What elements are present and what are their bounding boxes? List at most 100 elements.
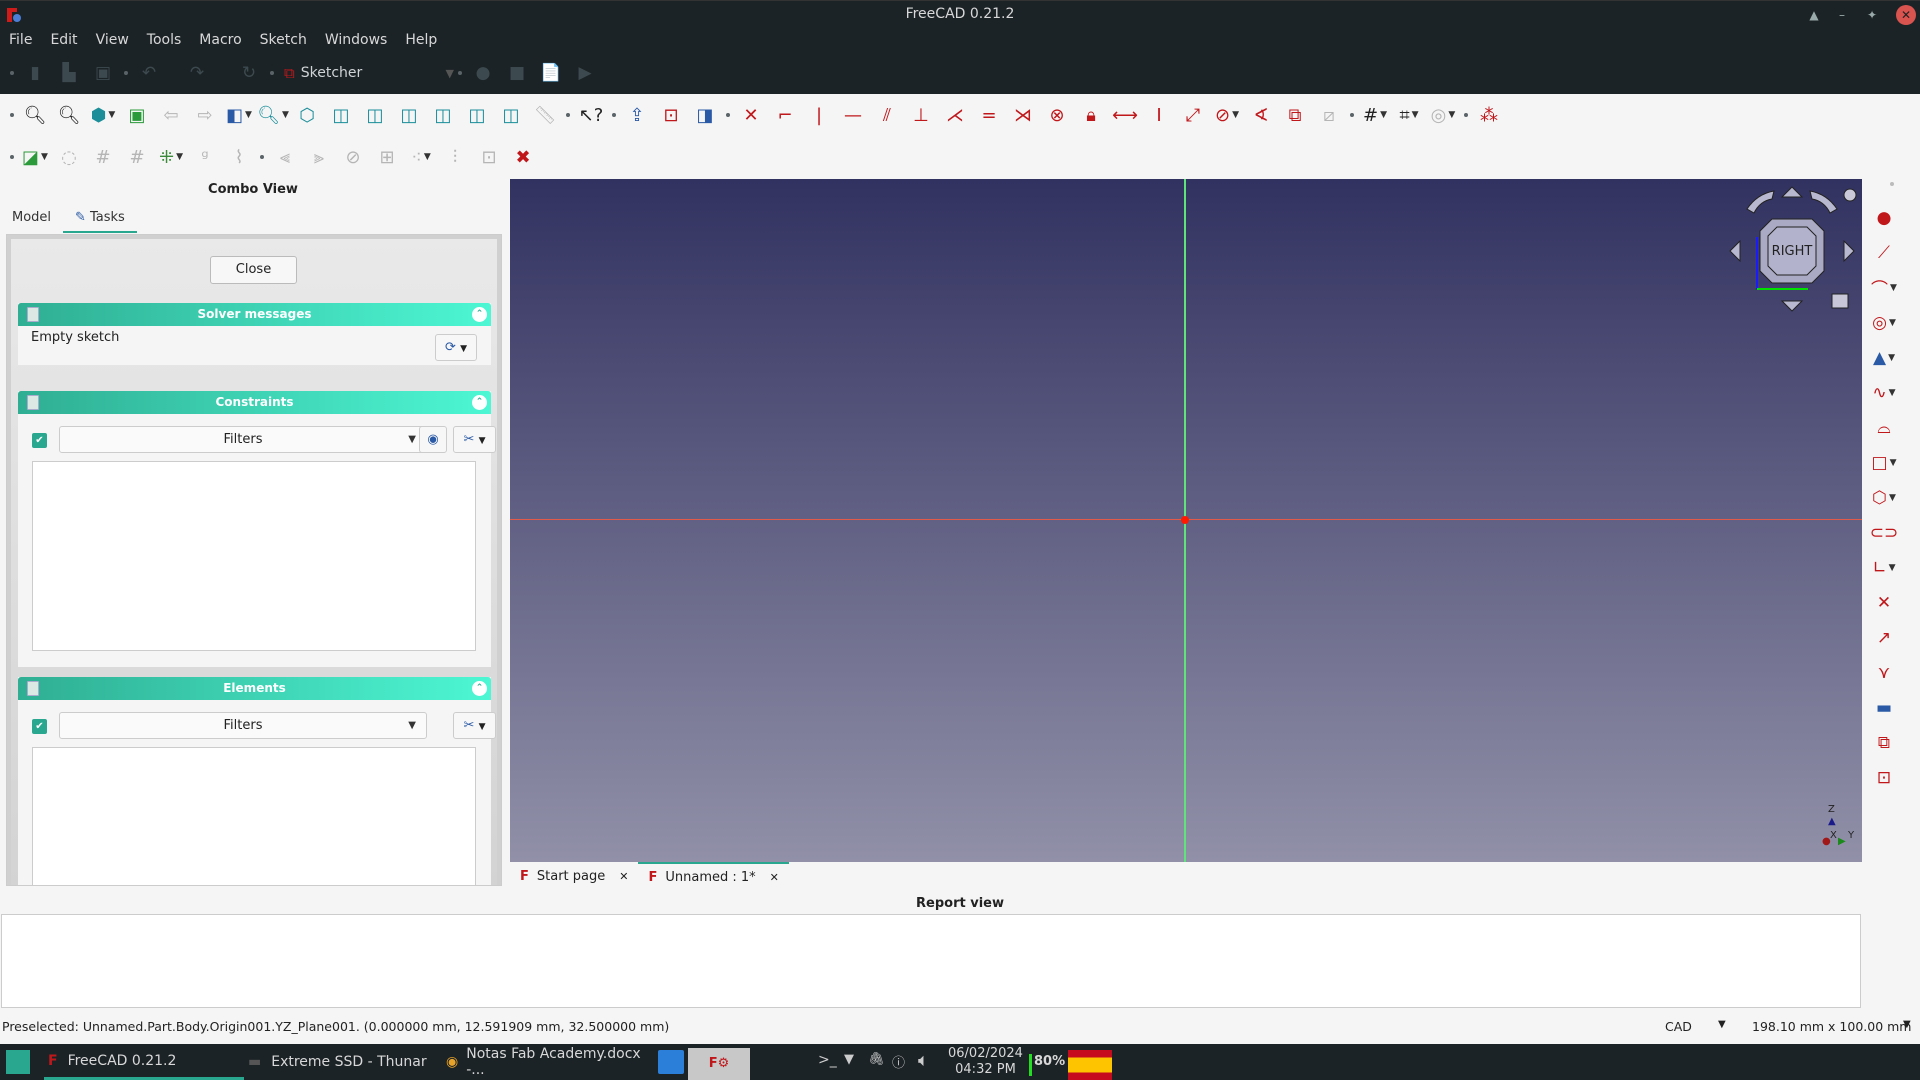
select-origin-icon[interactable]: ⁜ ▼: [154, 141, 188, 173]
elements-header[interactable]: Elements ⌃: [18, 677, 491, 700]
create-conic-icon[interactable]: ▲ ▼: [1864, 340, 1904, 375]
clipboard-icon[interactable]: 🖇︎: [868, 1052, 885, 1067]
terminal-icon[interactable]: >_: [818, 1052, 837, 1068]
nav-left-arrow[interactable]: [1729, 239, 1741, 263]
extend-edge-icon[interactable]: ↗: [1864, 620, 1904, 655]
battery-percent[interactable]: 80%: [1034, 1054, 1065, 1069]
menu-sketch[interactable]: Sketch: [251, 28, 316, 52]
back-icon[interactable]: ⇦: [154, 99, 188, 131]
remove-axes-alignment-icon[interactable]: ⫶: [438, 141, 472, 173]
chevron-down-icon[interactable]: ▼: [1903, 1019, 1911, 1030]
origin-point[interactable]: [1181, 516, 1189, 524]
keyboard-layout-flag[interactable]: [1068, 1050, 1112, 1080]
collapse-icon[interactable]: ⌃: [472, 681, 487, 696]
zoom-icon[interactable]: 🔍︎ ▼: [256, 99, 290, 131]
nav-down-arrow[interactable]: [1780, 300, 1804, 312]
forward-icon[interactable]: ⇨: [188, 99, 222, 131]
collapse-icon[interactable]: ⌃: [472, 307, 487, 322]
file-manager-icon[interactable]: [658, 1050, 684, 1074]
freecad-launcher-icon[interactable]: F⚙: [688, 1048, 750, 1080]
close-shape-icon[interactable]: ◌: [52, 141, 86, 173]
view-section-icon[interactable]: ◨: [688, 99, 722, 131]
external-geometry-icon[interactable]: ▬: [1864, 690, 1904, 725]
copy-icon[interactable]: ⊘: [336, 141, 370, 173]
view-sketch-icon[interactable]: ⊡: [654, 99, 688, 131]
view-bottom-icon[interactable]: ◫: [460, 99, 494, 131]
view-rear-icon[interactable]: ◫: [426, 99, 460, 131]
wifi-icon[interactable]: ▼: [844, 1052, 854, 1067]
select-elements-icon[interactable]: ⊡: [472, 141, 506, 173]
constrain-tangent-icon[interactable]: ⋌: [938, 99, 972, 131]
close-tab-icon[interactable]: ✕: [619, 870, 628, 883]
constrain-symmetric-icon[interactable]: ⋊: [1006, 99, 1040, 131]
create-polyline-icon[interactable]: ⌓: [1864, 410, 1904, 445]
toggle-construction-icon[interactable]: ⊡: [1864, 760, 1904, 795]
grid-icon[interactable]: # ▼: [1358, 99, 1392, 131]
redo-icon[interactable]: ↷: [180, 59, 214, 87]
new-file-icon[interactable]: ▮: [18, 59, 52, 87]
whats-this-icon[interactable]: ↖?: [574, 99, 608, 131]
constrain-distance-icon[interactable]: ⤢: [1176, 99, 1210, 131]
constraints-header[interactable]: Constraints ⌃: [18, 391, 491, 414]
constrain-lock-icon[interactable]: 🔒︎: [1074, 99, 1108, 131]
doc-tab-unnamed[interactable]: F Unnamed : 1* ✕: [638, 862, 789, 890]
connect-icon[interactable]: #: [86, 141, 120, 173]
symmetry-icon[interactable]: ⫷: [268, 141, 302, 173]
navigation-cube[interactable]: RIGHT: [1722, 179, 1862, 329]
save-icon[interactable]: ▣: [86, 59, 120, 87]
view-top-icon[interactable]: ◫: [358, 99, 392, 131]
constrain-radius-icon[interactable]: ⊘ ▼: [1210, 99, 1244, 131]
collapse-icon[interactable]: ⌃: [472, 395, 487, 410]
view-isometric-icon[interactable]: ⬡: [290, 99, 324, 131]
tab-tasks[interactable]: ✎ Tasks: [63, 203, 137, 233]
elements-filter-checkbox[interactable]: ✔: [32, 719, 47, 734]
menu-windows[interactable]: Windows: [316, 28, 397, 52]
rotate-right-arrow[interactable]: [1809, 190, 1838, 214]
view-menu-cube[interactable]: [1831, 293, 1849, 309]
toggle-driving-icon[interactable]: ⧉: [1278, 99, 1312, 131]
create-fillet-icon[interactable]: ∟ ▼: [1864, 550, 1904, 585]
view-left-icon[interactable]: ◫: [494, 99, 528, 131]
refresh-icon[interactable]: ↻: [232, 59, 266, 87]
maximize-button[interactable]: ✦: [1862, 5, 1882, 25]
macro-edit-icon[interactable]: 📄: [534, 59, 568, 87]
menu-file[interactable]: File: [0, 28, 41, 52]
constraints-filter-checkbox[interactable]: ✔: [32, 433, 47, 448]
security-icon[interactable]: ⓘ: [892, 1052, 905, 1071]
menu-tools[interactable]: Tools: [138, 28, 191, 52]
create-slot-icon[interactable]: ⊂⊃: [1864, 515, 1904, 550]
view-front-icon[interactable]: ◫: [324, 99, 358, 131]
view-right-icon[interactable]: ◫: [392, 99, 426, 131]
keep-above-button[interactable]: ▲: [1804, 5, 1824, 25]
fit-all-icon[interactable]: 🔍︎: [18, 99, 52, 131]
carbon-copy-icon[interactable]: ⧉: [1864, 725, 1904, 760]
chevron-down-icon[interactable]: ▼: [1718, 1019, 1726, 1030]
elements-filter-dropdown[interactable]: Filters ▼: [59, 712, 427, 739]
dimension-readout[interactable]: 198.10 mm x 100.00 mm: [1752, 1019, 1911, 1034]
constrain-block-icon[interactable]: ⊗: [1040, 99, 1074, 131]
close-window-button[interactable]: ✕: [1896, 5, 1916, 25]
navigation-style[interactable]: CAD: [1665, 1019, 1692, 1034]
close-tab-icon[interactable]: ✕: [770, 871, 779, 884]
undo-icon[interactable]: ↶: [132, 59, 166, 87]
create-bspline-icon[interactable]: ∿ ▼: [1864, 375, 1904, 410]
show-hide-internal-geometry-icon[interactable]: ⁂: [1472, 99, 1506, 131]
constraints-list[interactable]: [32, 461, 476, 651]
constraints-filter-dropdown[interactable]: Filters ▼: [59, 426, 427, 453]
draw-style-icon[interactable]: ⬢ ▼: [86, 99, 120, 131]
task-freecad[interactable]: F FreeCAD 0.21.2: [44, 1044, 244, 1080]
auto-update-button[interactable]: ⟳ ▼: [435, 334, 477, 361]
start-menu-icon[interactable]: [6, 1050, 30, 1074]
create-circle-icon[interactable]: ◎ ▼: [1864, 305, 1904, 340]
delete-all-geometry-icon[interactable]: ✖: [506, 141, 540, 173]
split-edge-icon[interactable]: ⋎: [1864, 655, 1904, 690]
measure-icon[interactable]: 📏︎: [528, 99, 562, 131]
task-chrome[interactable]: ◉ Notas Fab Academy.docx -...: [446, 1044, 656, 1080]
create-polygon-icon[interactable]: ⬡ ▼: [1864, 480, 1904, 515]
clone-icon[interactable]: ⫸: [302, 141, 336, 173]
nav-menu-button[interactable]: [1843, 188, 1857, 202]
constrain-coincident-icon[interactable]: ✕: [734, 99, 768, 131]
macro-record-icon[interactable]: ●: [466, 59, 500, 87]
close-button[interactable]: Close: [210, 256, 297, 284]
toolbar-handle[interactable]: [10, 113, 14, 117]
